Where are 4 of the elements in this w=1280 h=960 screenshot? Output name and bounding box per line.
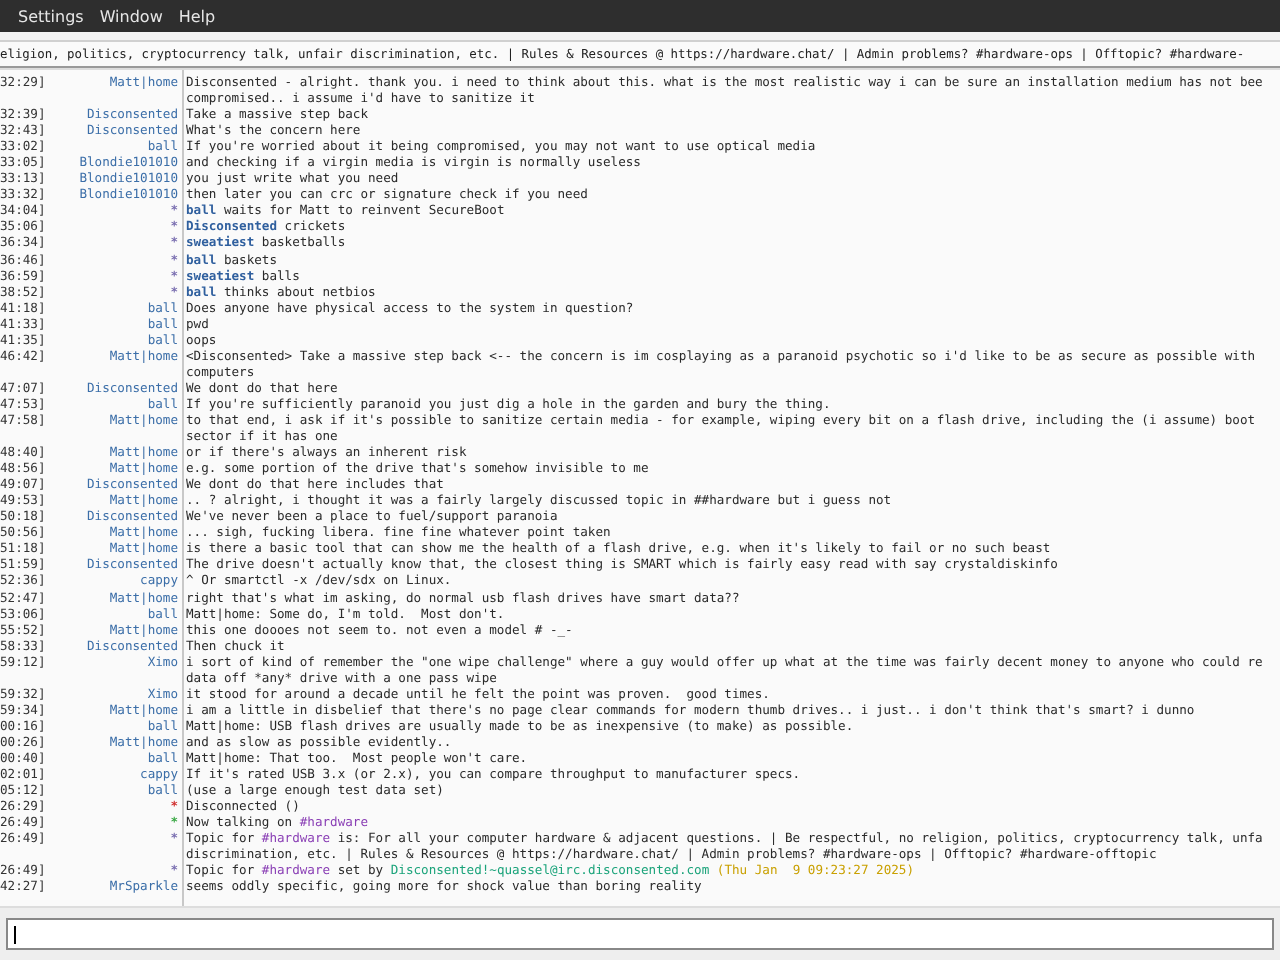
message-input[interactable] — [6, 918, 1274, 950]
menu-item[interactable]: Window — [99, 7, 163, 25]
menu-item[interactable]: Help — [178, 7, 216, 25]
menu-item[interactable]: Settings — [18, 7, 84, 25]
